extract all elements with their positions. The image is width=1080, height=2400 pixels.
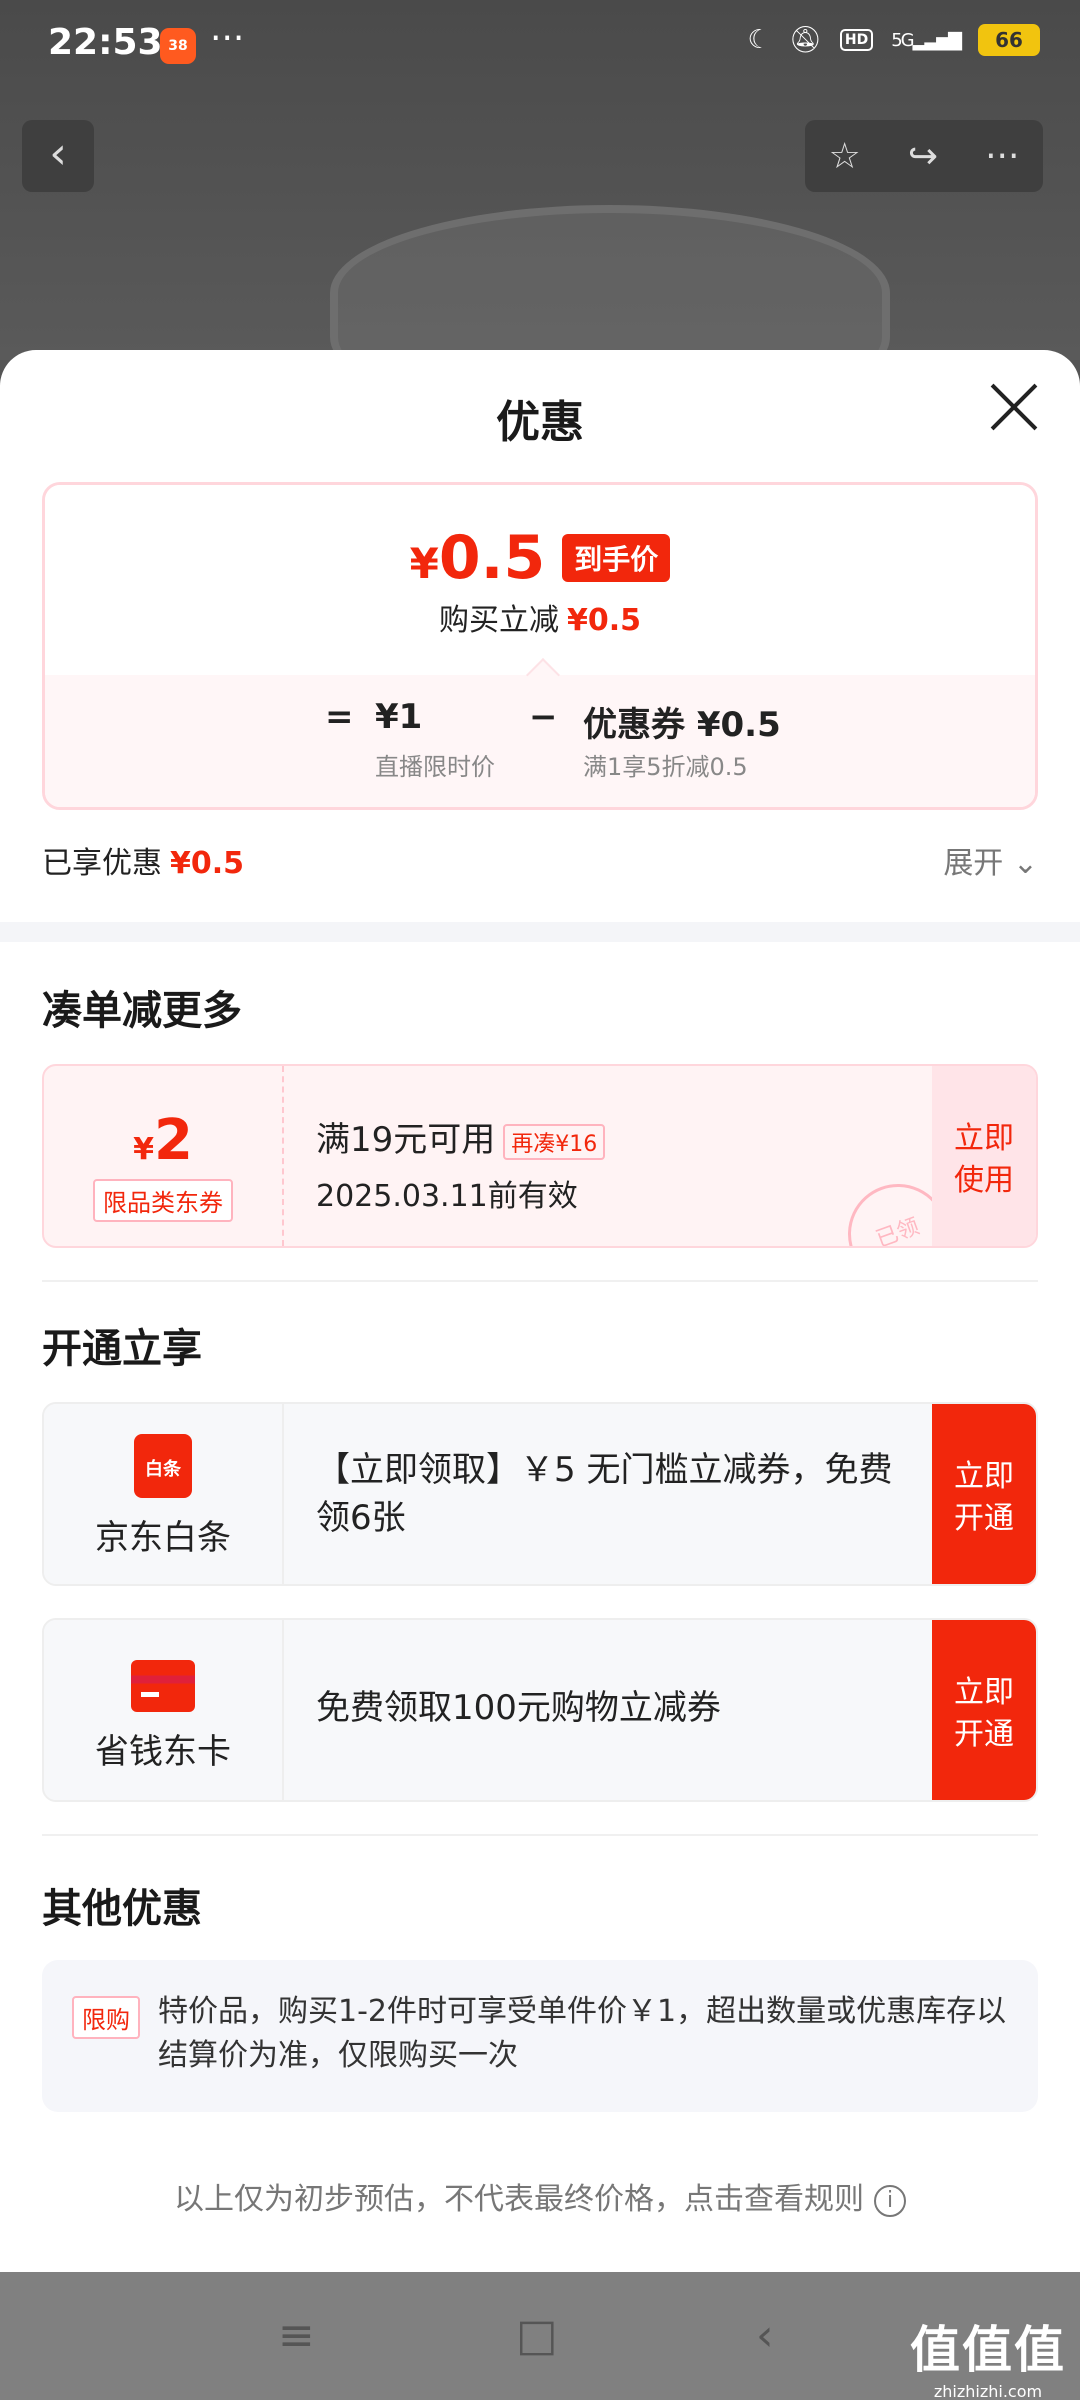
baitiao-offer-text: 【立即领取】￥5 无门槛立减券，免费领6张: [316, 1450, 893, 1538]
expand-button[interactable]: 展开 ⌄: [943, 838, 1038, 882]
home-icon[interactable]: □: [516, 2310, 558, 2361]
coupon-details: 满19元可用 再凑¥16 2025.03.11前有效: [316, 1112, 606, 1215]
coupon-amount: ¥2: [133, 1108, 193, 1173]
dongka-offer-card: 省钱东卡 免费领取100元购物立减券 立即 开通: [42, 1618, 1038, 1802]
header-actions: ☆ ↪ ···: [805, 120, 1043, 192]
coupon-value-area: ¥2 限品类东券: [44, 1066, 284, 1246]
enjoyed-label: 已享优惠: [42, 846, 162, 881]
price-breakdown: = ¥1 直播限时价 − 优惠券 ¥0.5 满1享5折减0.5: [45, 675, 1035, 807]
signal-icon: 5G▂▃▅▇: [891, 29, 962, 51]
status-time: 22:53: [48, 22, 163, 63]
back-button[interactable]: ‹: [22, 120, 94, 192]
enjoyed-discount: 已享优惠 ¥0.5: [42, 838, 244, 882]
coupon-condition-line: 满19元可用 再凑¥16: [316, 1112, 606, 1161]
equals-sign: =: [325, 697, 354, 737]
base-price-note: 直播限时价: [375, 753, 495, 781]
instant-discount-label: 购买立减: [438, 603, 559, 638]
dongka-offer-text: 免费领取100元购物立减券: [316, 1688, 721, 1728]
rules-footnote[interactable]: 以上仅为初步预估，不代表最终价格，点击查看规则 i: [0, 2174, 1080, 2218]
other-offer-text: 特价品，购买1-2件时可享受单件价￥1，超出数量或优惠库存以结算价为准，仅限购买…: [158, 1994, 1007, 2073]
watermark-text: 值值值: [910, 2321, 1066, 2379]
status-more-icon: ···: [210, 18, 245, 59]
mute-bell-icon: 🔕︎: [788, 25, 822, 55]
product-glass-image: [330, 205, 890, 360]
baitiao-offer-card: 白条 京东白条 【立即领取】￥5 无门槛立减券，免费领6张 立即 开通: [42, 1402, 1038, 1586]
back-nav-icon[interactable]: ‹: [756, 2310, 774, 2361]
other-offer-box: 限购 特价品，购买1-2件时可享受单件价￥1，超出数量或优惠库存以结算价为准，仅…: [42, 1960, 1038, 2112]
baitiao-name: 京东白条: [95, 1518, 231, 1558]
base-price: ¥1: [375, 697, 423, 737]
final-price-line: ¥0.5 到手价: [45, 523, 1035, 593]
app-notification-icon: 38: [160, 28, 196, 64]
section-divider: [0, 922, 1080, 942]
info-icon[interactable]: i: [874, 2184, 906, 2217]
more-icon[interactable]: ···: [985, 136, 1019, 177]
menu-icon[interactable]: ≡: [278, 2310, 315, 2361]
watermark-logo: 值值值 zhizhizhi.com: [910, 2310, 1066, 2400]
hd-icon: HD: [839, 29, 874, 51]
instant-discount-line: 购买立减 ¥0.5: [45, 595, 1035, 639]
enjoyed-value: ¥0.5: [170, 846, 245, 881]
open-baitiao-button[interactable]: 立即 开通: [932, 1404, 1036, 1584]
coupon-condition: 满19元可用: [316, 1120, 496, 1160]
other-section-title: 其他优惠: [42, 1886, 202, 1932]
use-coupon-button[interactable]: 立即 使用: [932, 1066, 1036, 1246]
sheet-title: 优惠: [496, 397, 584, 448]
dongka-name: 省钱东卡: [95, 1732, 231, 1772]
share-icon[interactable]: ↪: [908, 136, 938, 177]
coupon-deduction-note: 满1享5折减0.5: [583, 753, 748, 781]
divider-line: [42, 1280, 1038, 1282]
status-icons: ☾ 🔕︎ HD 5G▂▃▅▇ 66: [748, 24, 1040, 56]
star-icon[interactable]: ☆: [829, 136, 861, 177]
bundle-section-title: 凑单减更多: [42, 988, 242, 1034]
bundle-coupon: ¥2 限品类东券 满19元可用 再凑¥16 2025.03.11前有效 已领 立即…: [42, 1064, 1038, 1248]
network-type: 5G: [891, 29, 914, 51]
price-summary-top: ¥0.5 到手价 购买立减 ¥0.5: [45, 485, 1035, 675]
limit-tag: 限购: [72, 1996, 140, 2039]
final-price: ¥0.5: [409, 523, 546, 593]
final-price-tag: 到手价: [562, 534, 671, 582]
status-bar: 22:53 38 ··· ☾ 🔕︎ HD 5G▂▃▅▇ 66: [0, 0, 1080, 92]
price-summary-card: ¥0.5 到手价 购买立减 ¥0.5 = ¥1 直播限时价 − 优惠券 ¥0.5 …: [42, 482, 1038, 810]
card-icon: [131, 1660, 195, 1712]
watermark-url: zhizhizhi.com: [933, 2382, 1043, 2400]
coupon-type-tag: 限品类东券: [93, 1179, 233, 1222]
close-icon[interactable]: [988, 382, 1038, 432]
minus-sign: −: [529, 697, 558, 737]
coupon-validity: 2025.03.11前有效: [316, 1179, 578, 1214]
discount-sheet: 优惠 ¥0.5 到手价 购买立减 ¥0.5 = ¥1 直播限时价 − 优惠券 ¥0…: [0, 350, 1080, 2272]
open-section-title: 开通立享: [42, 1326, 202, 1372]
divider-line: [42, 1834, 1038, 1836]
battery-icon: 66: [978, 24, 1040, 56]
coupon-deduction: 优惠券 ¥0.5: [583, 705, 781, 745]
open-dongka-button[interactable]: 立即 开通: [932, 1620, 1036, 1800]
baitiao-icon: 白条: [134, 1434, 192, 1498]
instant-discount-value: ¥0.5: [566, 603, 642, 638]
baitiao-brand: 白条 京东白条: [44, 1404, 284, 1584]
dongka-brand: 省钱东卡: [44, 1620, 284, 1800]
moon-icon: ☾: [747, 25, 771, 55]
footnote-text[interactable]: 以上仅为初步预估，不代表最终价格，点击查看规则: [174, 2182, 864, 2217]
coupon-more-tag: 再凑¥16: [503, 1123, 606, 1160]
